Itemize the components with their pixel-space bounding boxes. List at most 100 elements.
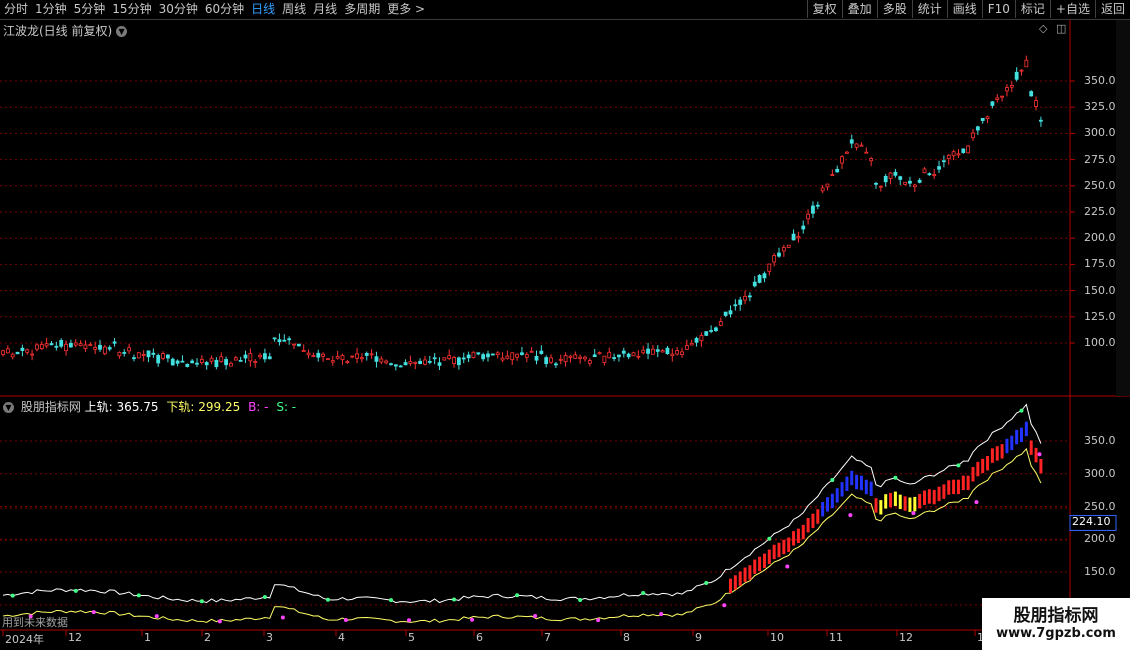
chevron-down-icon[interactable]: ▼ xyxy=(116,26,128,37)
candle-body xyxy=(898,176,903,180)
indicator-bar xyxy=(927,489,931,504)
candle-body xyxy=(272,337,277,340)
candle-body xyxy=(418,360,423,365)
candle-body xyxy=(573,354,578,359)
candle-body xyxy=(524,354,529,358)
candle-body xyxy=(73,342,78,346)
candle-body xyxy=(893,171,898,176)
candle-body xyxy=(539,350,544,354)
indicator-bar xyxy=(952,479,956,495)
candle-body xyxy=(88,344,93,346)
candle-body xyxy=(607,351,612,359)
indicator-bar xyxy=(889,492,893,508)
candle-body xyxy=(801,225,806,230)
indicator-bar xyxy=(1010,435,1014,451)
indicator-bar xyxy=(986,455,990,471)
candle-body xyxy=(714,327,718,332)
indicator-bar xyxy=(932,489,936,505)
candle-body xyxy=(359,357,364,360)
candle-body xyxy=(825,183,830,188)
candle-body xyxy=(980,117,985,122)
candle-body xyxy=(253,361,258,363)
watermark-title: 股朋指标网 xyxy=(1013,606,1099,626)
candle-body xyxy=(456,357,461,366)
candle-body xyxy=(515,353,519,358)
candle-body xyxy=(694,337,699,343)
candle-body xyxy=(956,153,961,156)
candle-body xyxy=(883,175,888,183)
buy-signal-dot xyxy=(533,614,538,619)
indicator-bar xyxy=(758,556,762,572)
candle-body xyxy=(888,172,893,179)
candle-body xyxy=(224,359,229,366)
candle-body xyxy=(951,151,956,157)
candle-body xyxy=(219,356,224,362)
candle-body xyxy=(534,355,539,361)
candle-body xyxy=(340,355,345,361)
candle-body xyxy=(5,348,10,354)
candle-body xyxy=(316,352,321,358)
time-axis-label: 11 xyxy=(829,631,843,644)
candle-body xyxy=(849,139,854,144)
buy-signal-dot xyxy=(974,500,979,505)
sell-signal-dot xyxy=(73,588,78,593)
candle-body xyxy=(39,344,44,350)
candle-body xyxy=(141,354,146,356)
candle-body xyxy=(908,180,912,184)
candle-body xyxy=(442,357,447,361)
indicator-axis-label: 150.0 xyxy=(1084,565,1116,578)
indicator-bar xyxy=(874,498,878,513)
candle-body xyxy=(592,354,597,358)
indicator-bar xyxy=(729,578,732,594)
diamond-icon[interactable]: ◇ xyxy=(1039,22,1047,35)
time-axis-label: 1 xyxy=(144,631,151,644)
chevron-down-icon[interactable]: ▼ xyxy=(3,402,14,413)
candle-body xyxy=(146,350,151,358)
candle-body xyxy=(486,353,490,358)
candle-body xyxy=(199,359,204,363)
candle-body xyxy=(786,244,791,248)
candle-body xyxy=(636,355,641,358)
kline-chart[interactable] xyxy=(0,0,1130,650)
candle-body xyxy=(612,357,616,359)
candle-body xyxy=(49,343,54,346)
candle-body xyxy=(306,352,311,356)
watermark: 股朋指标网 www.7gpzb.com xyxy=(982,598,1130,650)
candle-body xyxy=(718,321,723,326)
indicator-bar xyxy=(937,486,941,502)
candle-body xyxy=(835,168,840,173)
sell-signal-dot xyxy=(830,478,835,483)
candle-body xyxy=(471,351,476,359)
candle-body xyxy=(641,349,646,354)
indicator-bar xyxy=(743,567,747,582)
indicator-bar xyxy=(893,491,897,506)
candle-body xyxy=(413,361,418,364)
stock-title: 江波龙(日线 前复权) xyxy=(3,24,113,38)
time-axis-label: 10 xyxy=(770,631,784,644)
candle-body xyxy=(233,357,238,361)
candle-body xyxy=(995,97,1000,100)
indicator-bar xyxy=(835,488,839,503)
candle-body xyxy=(791,233,796,241)
candle-body xyxy=(437,362,442,366)
candle-body xyxy=(132,357,136,360)
window-toggle-icon[interactable]: ◫ xyxy=(1056,22,1066,35)
candle-body xyxy=(379,358,384,363)
right-strip xyxy=(1116,20,1130,396)
indicator-bar xyxy=(777,542,781,558)
indicator-bar xyxy=(976,461,980,477)
time-axis-label: 3 xyxy=(266,631,273,644)
candle-body xyxy=(107,347,112,350)
indicator-panel-title: ▼ 股朋指标网 上轨: 365.75 下轨: 299.25 B: - S: - xyxy=(3,398,296,415)
indicator-bar xyxy=(1015,429,1019,445)
main-panel-title: 江波龙(日线 前复权) ▼ xyxy=(3,22,130,39)
lower-band-label: 下轨: xyxy=(166,400,195,414)
candle-body xyxy=(738,299,743,305)
indicator-bar xyxy=(990,448,994,463)
time-axis-label: 5 xyxy=(408,631,415,644)
lower-band-line xyxy=(2,447,1042,623)
candle-body xyxy=(772,255,777,263)
candle-body xyxy=(520,352,524,355)
candle-body xyxy=(452,357,456,364)
price-axis-label: 325.0 xyxy=(1084,100,1116,114)
